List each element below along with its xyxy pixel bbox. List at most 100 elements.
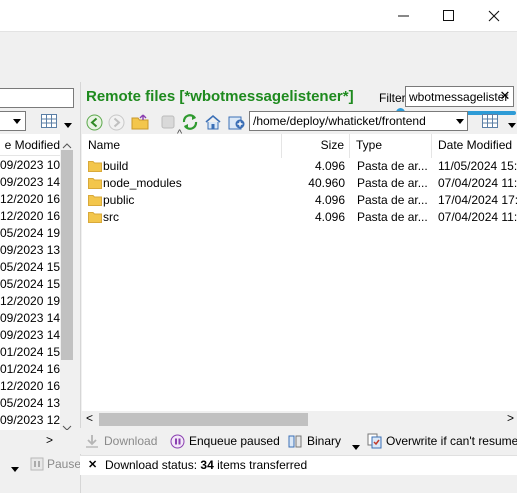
scroll-right-arrow[interactable]: > [46,433,53,447]
local-row[interactable]: 12/2020 19 [0,293,60,310]
download-label: Download [104,434,158,448]
maximize-button[interactable] [426,0,472,31]
forward-arrow-icon [108,114,124,130]
chevron-down-icon[interactable] [11,461,19,472]
local-row[interactable]: 05/2024 15 [0,276,60,293]
clear-filter-icon[interactable]: ✕ [498,88,512,104]
minimize-button[interactable] [381,0,427,31]
remote-path-dropdown[interactable] [453,112,467,130]
local-row[interactable]: 09/2023 12 [0,412,60,429]
remote-pane-title: Remote files [*wbotmessagelistener*] [86,88,354,105]
file-size: 4.096 [314,159,345,173]
file-size: 4.096 [314,193,345,207]
enqueue-paused-label: Enqueue paused [189,434,280,448]
local-column-date-modified[interactable]: e Modified [0,134,60,156]
parent-folder-button[interactable] [130,112,150,132]
local-row[interactable]: 05/2024 13 [0,395,60,412]
local-scroll-thumb[interactable] [61,150,73,360]
overwrite-label: Overwrite if can't resume [386,434,517,448]
pause-button[interactable]: Pause [30,457,81,471]
local-row[interactable]: 05/2024 15 [0,259,60,276]
home-button[interactable] [203,112,223,132]
remote-view-button[interactable] [479,111,501,131]
grid-view-icon [41,114,57,128]
scroll-up-icon[interactable] [62,138,72,149]
local-row[interactable]: 12/2020 16 [0,378,60,395]
overwrite-option[interactable]: Overwrite if can't resume [367,433,517,449]
local-horizontal-scrollbar[interactable] [0,430,74,450]
file-size: 40.960 [308,176,345,190]
status-prefix: Download status: [105,458,198,472]
file-row[interactable]: build 4.096 Pasta de ar... 11/05/2024 15:..… [82,158,517,175]
remote-path-input[interactable]: /home/deploy/whaticket/frontend [249,111,468,131]
file-type: Pasta de ar... [357,210,427,224]
column-size[interactable]: Size [282,134,350,158]
chevron-down-icon[interactable] [64,117,72,128]
local-row[interactable]: 09/2023 14 [0,310,60,327]
close-button[interactable] [471,0,517,31]
file-name: src [103,210,119,224]
scroll-right-arrow[interactable]: > [507,411,514,425]
chevron-down-icon[interactable] [352,439,360,450]
folder-icon [88,195,102,206]
local-view-button[interactable] [38,111,60,131]
status-close-icon[interactable]: ✕ [88,458,97,471]
download-status: Download status: 34 items transferred [105,458,307,472]
file-type: Pasta de ar... [357,193,427,207]
file-row[interactable]: public 4.096 Pasta de ar... 17/04/2024 17:.… [82,192,517,209]
file-name: build [103,159,129,173]
local-row[interactable]: 12/2020 16 [0,191,60,208]
file-name: public [103,193,135,207]
refresh-icon [182,114,198,130]
file-date-modified: 17/04/2024 17:... [438,193,517,207]
remote-scroll-thumb[interactable] [99,413,308,426]
folder-icon [88,161,102,172]
folder-icon [88,178,102,189]
enqueue-paused-button[interactable]: Enqueue paused [170,433,280,449]
binary-mode-button[interactable]: Binary [288,433,341,449]
status-suffix: items transferred [217,458,308,472]
binary-label: Binary [307,434,342,448]
local-filter-input[interactable] [0,88,74,108]
local-row[interactable]: 09/2023 14 [0,174,60,191]
file-type: Pasta de ar... [357,176,427,190]
sort-indicator-icon: ^ [177,128,183,140]
chevron-down-icon[interactable] [508,117,516,128]
stop-button[interactable] [158,112,178,132]
column-type[interactable]: Type [350,134,432,158]
pause-circle-icon [170,434,185,448]
file-row[interactable]: src 4.096 Pasta de ar... 07/04/2024 11:... [82,209,517,226]
file-date-modified: 07/04/2024 11:... [438,210,517,224]
folder-up-icon [131,114,149,130]
local-row[interactable]: 12/2020 16 [0,208,60,225]
file-size: 4.096 [314,210,345,224]
file-name: node_modules [103,176,182,190]
local-path-dropdown[interactable] [0,111,26,131]
home-icon [205,114,221,129]
local-row[interactable]: 01/2024 15 [0,344,60,361]
back-button[interactable] [84,112,104,132]
status-count: 34 [200,458,214,472]
local-row[interactable]: 09/2023 14 [0,327,60,344]
new-folder-button[interactable] [227,112,247,132]
scroll-left-arrow[interactable]: < [86,411,93,425]
pause-label: Pause [47,457,82,471]
local-row[interactable]: 09/2023 10 [0,157,60,174]
folder-icon [88,212,102,223]
local-row[interactable]: 01/2024 16 [0,361,60,378]
forward-button[interactable] [106,112,126,132]
column-date-modified[interactable]: Date Modified [432,134,517,158]
file-row[interactable]: node_modules 40.960 Pasta de ar... 07/04/20… [82,175,517,192]
back-arrow-icon [86,114,102,130]
scroll-down-icon[interactable] [62,420,72,431]
download-button[interactable]: Download [85,433,157,449]
close-icon [488,10,500,21]
file-date-modified: 11/05/2024 15:... [438,159,517,173]
toolbar-area [0,31,517,82]
file-date-modified: 07/04/2024 11:... [438,176,517,190]
pause-icon [30,457,44,471]
refresh-button[interactable] [180,112,200,132]
local-row[interactable]: 09/2023 13 [0,242,60,259]
local-row[interactable]: 05/2024 19 [0,225,60,242]
chevron-down-icon [456,118,464,124]
